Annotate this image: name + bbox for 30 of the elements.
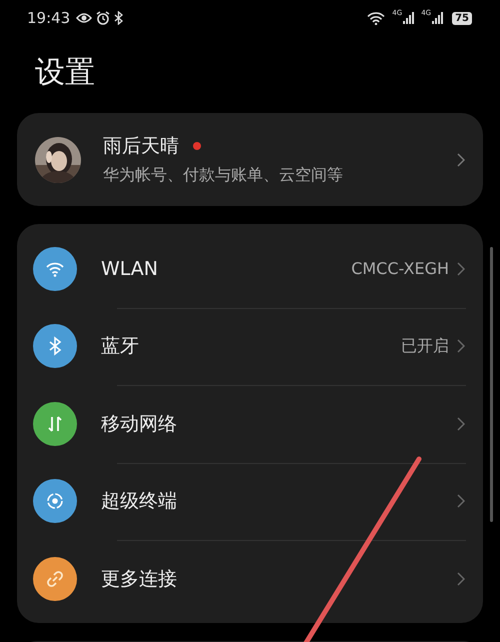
chevron-icon xyxy=(457,494,465,508)
chevron-icon xyxy=(457,416,465,431)
alarm-icon xyxy=(96,11,110,25)
row-label: 移动网络 xyxy=(101,412,178,437)
signal-icon xyxy=(432,12,444,24)
row-label: WLAN xyxy=(101,258,160,280)
row-label: 蓝牙 xyxy=(101,334,140,360)
chevron-icon xyxy=(457,339,465,354)
wifi-icon xyxy=(367,12,386,24)
settings-row[interactable]: 蓝牙 已开启 xyxy=(17,308,483,385)
settings-row[interactable]: 超级终端 xyxy=(17,462,483,540)
row-value: CMCC-XEGH xyxy=(351,259,449,278)
row-label: 超级终端 xyxy=(101,489,178,514)
chevron-icon xyxy=(457,152,465,166)
account-name: 雨后天晴 xyxy=(103,134,179,159)
chevron-icon xyxy=(457,572,465,586)
status-time: 19:43 xyxy=(27,9,70,27)
settings-row[interactable]: 移动网络 xyxy=(17,385,483,462)
row-label: 更多连接 xyxy=(101,566,178,592)
settings-row[interactable]: 更多连接 xyxy=(17,540,483,618)
signal-icon xyxy=(403,12,414,24)
eye-icon xyxy=(76,12,92,24)
row-value: 已开启 xyxy=(401,336,449,357)
account-card[interactable]: 雨后天晴 华为帐号、付款与账单、云空间等 xyxy=(17,113,483,206)
account-subtitle: 华为帐号、付款与账单、云空间等 xyxy=(103,165,344,186)
page-title: 设置 xyxy=(35,54,96,92)
bluetooth-icon xyxy=(114,11,124,25)
settings-row[interactable]: WLAN CMCC-XEGH xyxy=(17,230,483,308)
chevron-icon xyxy=(457,262,465,276)
battery-level: 75 xyxy=(452,12,472,24)
